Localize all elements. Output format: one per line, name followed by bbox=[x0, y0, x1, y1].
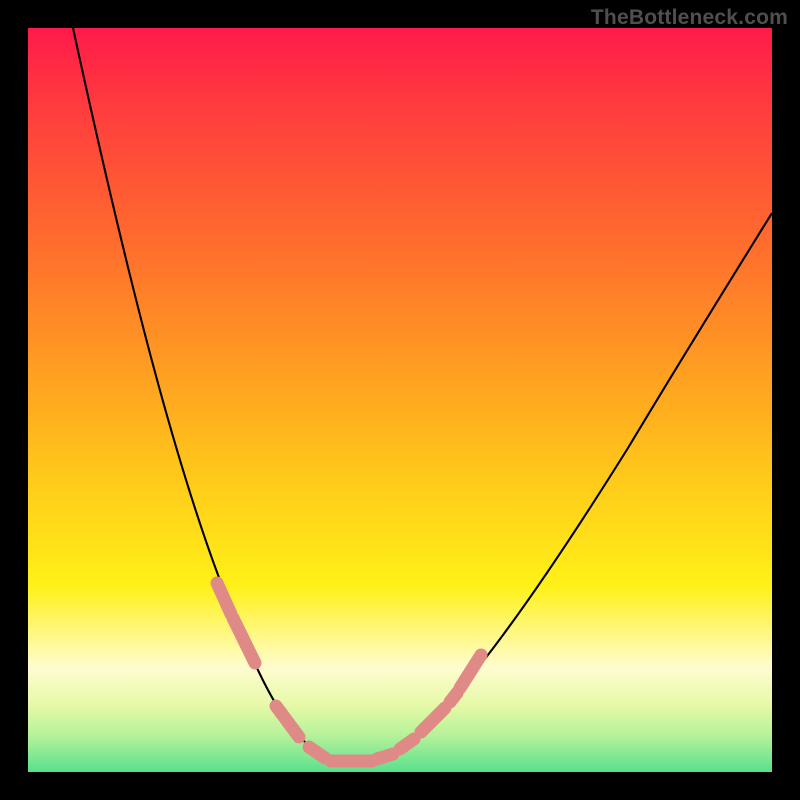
chart-frame: TheBottleneck.com bbox=[0, 0, 800, 800]
curve-markers bbox=[217, 583, 481, 761]
plot-area bbox=[28, 28, 772, 772]
dot-segment bbox=[377, 754, 393, 759]
dot-segment bbox=[450, 693, 457, 702]
dot-segment bbox=[421, 708, 445, 732]
dot-segment bbox=[233, 618, 255, 663]
dot-segment bbox=[217, 583, 231, 614]
dot-segment bbox=[276, 706, 299, 737]
watermark-text: TheBottleneck.com bbox=[591, 6, 788, 30]
dot-segment bbox=[400, 739, 414, 749]
dot-segment bbox=[309, 747, 325, 758]
bottleneck-curve-svg bbox=[28, 28, 772, 772]
bottleneck-curve bbox=[73, 28, 772, 765]
dot-segment bbox=[460, 655, 481, 688]
